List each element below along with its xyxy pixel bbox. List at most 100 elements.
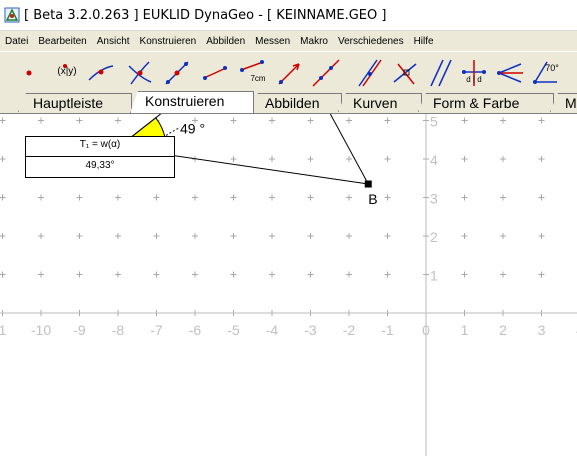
x-tick-label: 2 [499, 322, 507, 338]
grid-mark [230, 194, 237, 201]
x-tick-label: -5 [227, 322, 240, 338]
grid-mark [115, 194, 121, 201]
angle-bisector-tool-button[interactable] [495, 58, 525, 88]
grid-mark [307, 194, 314, 201]
grid-mark [346, 194, 352, 201]
grid-mark [538, 271, 545, 278]
grid-mark [269, 156, 275, 162]
x-tick-label: -2 [343, 322, 356, 338]
tab-kurven[interactable]: Kurven [338, 93, 422, 112]
ray-tool-button[interactable] [275, 58, 305, 88]
x-tick-label: -3 [304, 322, 317, 338]
y-tick-label: 4 [430, 152, 438, 168]
grid-mark [346, 271, 352, 278]
angle-fixed-tool-button[interactable]: 70° [531, 58, 561, 88]
x-tick-label: 1 [0, 322, 7, 338]
tab-row: Hauptleiste Konstruieren Abbilden Kurven For… [0, 91, 577, 114]
point-tool-button[interactable] [14, 58, 44, 88]
x-tick-label: -4 [266, 322, 279, 338]
point-tool-icon [26, 70, 32, 76]
grid-mark [76, 117, 83, 124]
grid-mark [538, 233, 545, 239]
point-label-b: B [368, 191, 377, 207]
grid-mark [38, 194, 44, 201]
grid-mark [500, 233, 506, 239]
segment-tool-button[interactable] [200, 58, 230, 88]
grid-mark [461, 117, 468, 124]
point-on-line-tool-button[interactable] [86, 58, 116, 88]
tool-label: 70° [545, 63, 559, 73]
grid-mark [500, 117, 506, 124]
grid-mark [500, 156, 506, 162]
line-tool-button[interactable] [311, 58, 341, 88]
menu-ansicht[interactable]: Ansicht [92, 36, 135, 47]
grid-mark [76, 194, 83, 201]
parallel-line-tool-button[interactable] [353, 58, 383, 88]
grid-mark [384, 233, 391, 239]
tab-me[interactable]: Me [550, 93, 577, 112]
grid-mark [307, 156, 314, 162]
coordinate-point-tool-button[interactable]: (x|y) [52, 58, 82, 88]
tab-hauptleiste[interactable]: Hauptleiste [18, 93, 132, 112]
menu-datei[interactable]: Datei [0, 36, 33, 47]
term-box[interactable]: T₁ = w(α) 49,33° [25, 136, 175, 178]
angle-measure-label: 49 ° [180, 120, 205, 136]
menu-hilfe[interactable]: Hilfe [409, 36, 439, 47]
x-tick-label: -1 [381, 322, 394, 338]
grid-mark [461, 156, 468, 162]
grid-mark [0, 233, 6, 239]
tab-abbilden[interactable]: Abbilden [250, 93, 342, 112]
menu-makro[interactable]: Makro [295, 36, 333, 47]
segment-tool-icon [203, 66, 227, 80]
tab-formfarbe[interactable]: Form & Farbe [418, 93, 554, 112]
grid-mark [230, 117, 237, 124]
grid-mark [269, 194, 275, 201]
grid-mark [192, 271, 198, 278]
grid-mark [538, 156, 545, 162]
perpendicular-line-tool-button[interactable] [390, 58, 420, 88]
app-icon[interactable] [4, 7, 20, 23]
perpendicular-line-tool-icon [393, 63, 417, 85]
grid-mark [269, 117, 275, 124]
grid-mark [307, 271, 314, 278]
grid-mark [115, 233, 121, 239]
point-b[interactable] [364, 180, 372, 188]
menu-abbilden[interactable]: Abbilden [201, 36, 250, 47]
grid-mark [461, 194, 468, 201]
menu-verschiedenes[interactable]: Verschiedenes [333, 36, 409, 47]
grid-mark [38, 271, 44, 278]
x-tick-label: -10 [31, 322, 51, 338]
grid-mark [115, 271, 121, 278]
term-value: 49,33° [85, 160, 115, 171]
perpendicular-bisector-tool-button[interactable]: d | d [459, 58, 489, 88]
grid-mark [500, 271, 506, 278]
intersection-point-tool-button[interactable] [125, 58, 155, 88]
menu-bearbeiten[interactable]: Bearbeiten [33, 36, 91, 47]
midpoint-tool-icon [165, 61, 189, 85]
x-tick-label: -7 [150, 322, 163, 338]
grid-mark [76, 233, 83, 239]
window-title: [ Beta 3.2.0.263 ] EUKLID DynaGeo - [ KE… [24, 8, 387, 23]
angle-label-leader [165, 127, 181, 136]
grid-mark [0, 117, 6, 124]
toolbar: (x|y) 7cm d | d 70° [0, 51, 577, 92]
angle-bisector-tool-icon [497, 63, 523, 83]
grid-mark [384, 271, 391, 278]
grid-mark [346, 156, 352, 162]
x-tick-label: 1 [461, 322, 469, 338]
term-separator [26, 156, 174, 157]
segment-fixed-length-tool-button[interactable]: 7cm [237, 58, 267, 88]
x-tick-label: -6 [189, 322, 202, 338]
grid-mark [153, 233, 160, 239]
tab-konstruieren[interactable]: Konstruieren [130, 91, 254, 113]
grid-mark [115, 117, 121, 124]
x-tick-label: 0 [422, 322, 430, 338]
midpoint-tool-button[interactable] [162, 58, 192, 88]
menu-konstruieren[interactable]: Konstruieren [135, 36, 202, 47]
menu-messen[interactable]: Messen [250, 36, 295, 47]
parallel-tool-button[interactable] [425, 58, 455, 88]
grid-mark [307, 117, 314, 124]
grid-mark [153, 194, 160, 201]
grid-mark [153, 271, 160, 278]
ray-tool-icon [278, 63, 300, 85]
